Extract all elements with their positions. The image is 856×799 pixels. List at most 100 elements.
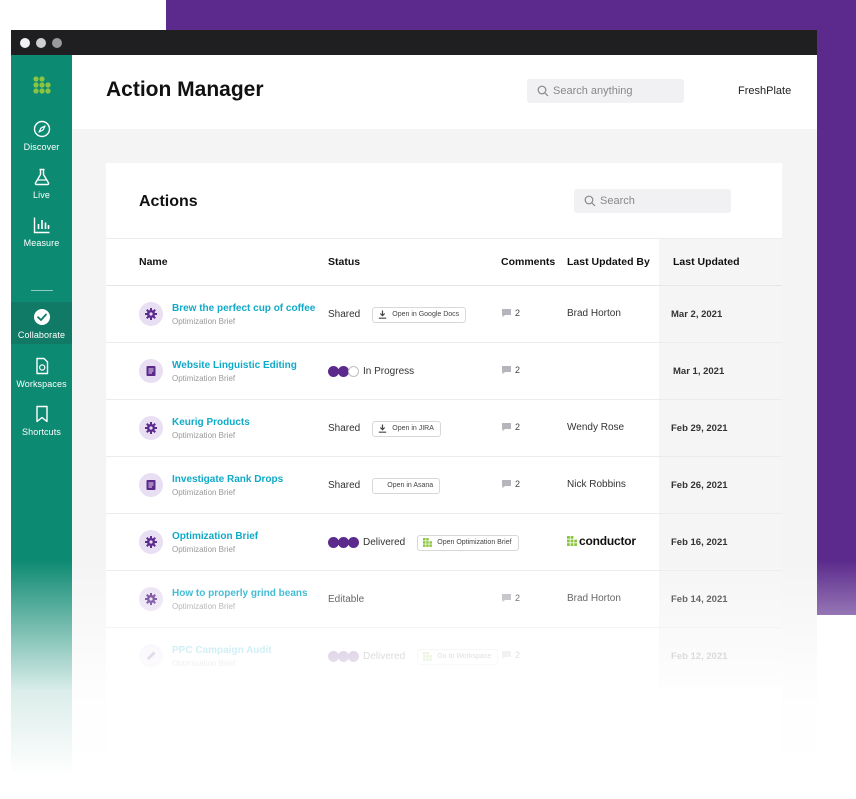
open-external-label: Open in Asana	[387, 482, 434, 489]
comments-count[interactable]: 2	[501, 422, 520, 432]
progress-dot-filled	[348, 651, 359, 662]
table-row[interactable]: Optimization Brief Optimization Brief De…	[106, 514, 782, 571]
sidebar-item-label: Shortcuts	[22, 427, 61, 437]
document-icon	[146, 366, 156, 376]
account-name[interactable]: FreshPlate	[738, 85, 791, 97]
action-subtitle: Optimization Brief	[172, 317, 236, 326]
table-row[interactable]: Investigate Rank Drops Optimization Brie…	[106, 457, 782, 514]
action-title-link[interactable]: How to properly grind beans	[172, 588, 308, 599]
last-updated-date: Mar 2, 2021	[671, 309, 723, 320]
brief-type-badge	[139, 302, 163, 326]
action-title-link[interactable]: Investigate Rank Drops	[172, 474, 283, 485]
sidebar-item-label: Live	[33, 190, 50, 200]
bar-chart-icon	[33, 217, 49, 234]
comments-count-value: 2	[515, 365, 521, 375]
column-header-last-updated[interactable]: Last Updated	[673, 256, 740, 268]
global-search-input[interactable]	[553, 79, 678, 103]
sidebar-item-live[interactable]: Live	[11, 168, 72, 218]
brief-type-badge	[139, 644, 163, 668]
table-row[interactable]: How to properly grind beans Optimization…	[106, 571, 782, 628]
gear-icon	[145, 536, 157, 548]
status-cell: Delivered Open Optimization Brief	[328, 514, 519, 571]
open-external-button[interactable]: Open in Google Docs	[372, 306, 467, 323]
conductor-logo-icon[interactable]	[32, 76, 52, 96]
status-cell: Editable	[328, 571, 364, 628]
sidebar-item-measure[interactable]: Measure	[11, 216, 72, 266]
comments-count-value: 2	[515, 650, 521, 660]
table-row[interactable]: PPC Campaign Audit Optimization Brief De…	[106, 628, 782, 685]
actions-search[interactable]	[574, 189, 731, 213]
window-minimize-button[interactable]	[36, 38, 46, 48]
status-text: Delivered	[363, 537, 406, 548]
sidebar-item-workspaces[interactable]: Workspaces	[11, 357, 72, 407]
compass-icon	[33, 120, 50, 138]
window-maximize-button[interactable]	[52, 38, 62, 48]
status-cell: In Progress	[328, 343, 414, 400]
column-header-status[interactable]: Status	[328, 256, 360, 268]
status-text: Shared	[328, 480, 361, 491]
status-text: Delivered	[363, 651, 406, 662]
action-title-link[interactable]: PPC Campaign Audit	[172, 645, 272, 656]
column-header-last-updated-by[interactable]: Last Updated By	[567, 256, 650, 268]
global-search[interactable]	[527, 79, 684, 103]
last-updated-by: Nick Robbins	[567, 479, 626, 490]
actions-search-input[interactable]	[600, 189, 725, 213]
last-updated-date: Feb 29, 2021	[671, 423, 728, 434]
action-title-link[interactable]: Brew the perfect cup of coffee	[172, 303, 315, 314]
open-brief-button[interactable]: Open Optimization Brief	[417, 534, 519, 551]
page-title: Action Manager	[106, 78, 264, 101]
comment-icon	[502, 480, 511, 489]
comment-icon	[502, 366, 511, 375]
actions-card: Actions Name Status Comments Last Update…	[106, 163, 782, 799]
open-brief-label: Open Optimization Brief	[437, 539, 512, 546]
brief-type-badge	[139, 587, 163, 611]
status-text: In Progress	[363, 366, 415, 377]
comments-count[interactable]: 2	[501, 365, 520, 375]
open-external-label: Open in JIRA	[392, 425, 434, 432]
sidebar-item-label: Collaborate	[17, 330, 66, 340]
comments-count-value: 2	[515, 308, 521, 318]
comments-count[interactable]: 2	[501, 650, 520, 660]
conductor-logo-icon	[423, 538, 433, 547]
brief-type-badge	[139, 359, 163, 383]
sidebar-item-label: Discover	[23, 142, 60, 152]
status-text: Shared	[328, 423, 361, 434]
sidebar-item-collaborate[interactable]: Collaborate	[11, 302, 72, 344]
comment-icon	[502, 594, 511, 603]
last-updated-date: Feb 16, 2021	[671, 537, 728, 548]
comments-count[interactable]: 2	[501, 479, 520, 489]
sidebar-item-label: Measure	[23, 238, 60, 248]
status-text: Shared	[328, 309, 361, 320]
window-close-button[interactable]	[20, 38, 30, 48]
action-title-link[interactable]: Website Linguistic Editing	[172, 360, 297, 371]
sidebar-item-shortcuts[interactable]: Shortcuts	[11, 405, 72, 455]
comments-count[interactable]: 2	[501, 308, 520, 318]
open-external-button[interactable]: Open in JIRA	[372, 420, 441, 437]
comments-count[interactable]: 2	[501, 593, 520, 603]
status-text: Editable	[328, 594, 365, 605]
table-row[interactable]: Brew the perfect cup of coffee Optimizat…	[106, 286, 782, 343]
column-header-name[interactable]: Name	[139, 256, 168, 268]
table-row[interactable]: Keurig Products Optimization Brief Share…	[106, 400, 782, 457]
action-title-link[interactable]: Optimization Brief	[172, 531, 258, 542]
status-cell: Delivered Go to Workspace	[328, 628, 499, 685]
sidebar-item-discover[interactable]: Discover	[11, 120, 72, 170]
brief-type-badge	[139, 530, 163, 554]
conductor-logo-icon	[567, 536, 577, 546]
gear-icon	[145, 593, 157, 605]
brief-type-badge	[139, 416, 163, 440]
go-to-workspace-button[interactable]: Go to Workspace	[417, 648, 499, 665]
column-header-comments[interactable]: Comments	[501, 256, 555, 268]
comment-icon	[502, 651, 511, 660]
comments-count-value: 2	[515, 593, 521, 603]
last-updated-date: Mar 1, 2021	[673, 366, 725, 377]
action-title-link[interactable]: Keurig Products	[172, 417, 250, 428]
section-title: Actions	[139, 193, 198, 210]
last-updated-date: Feb 14, 2021	[671, 594, 728, 605]
sidebar: Discover Live Measure Collaborate Worksp…	[11, 55, 72, 799]
action-subtitle: Optimization Brief	[172, 545, 236, 554]
table-row[interactable]: Website Linguistic Editing Optimization …	[106, 343, 782, 400]
open-external-button[interactable]: Open in Asana	[372, 477, 441, 494]
flask-icon	[34, 168, 49, 186]
go-to-workspace-label: Go to Workspace	[437, 653, 492, 660]
